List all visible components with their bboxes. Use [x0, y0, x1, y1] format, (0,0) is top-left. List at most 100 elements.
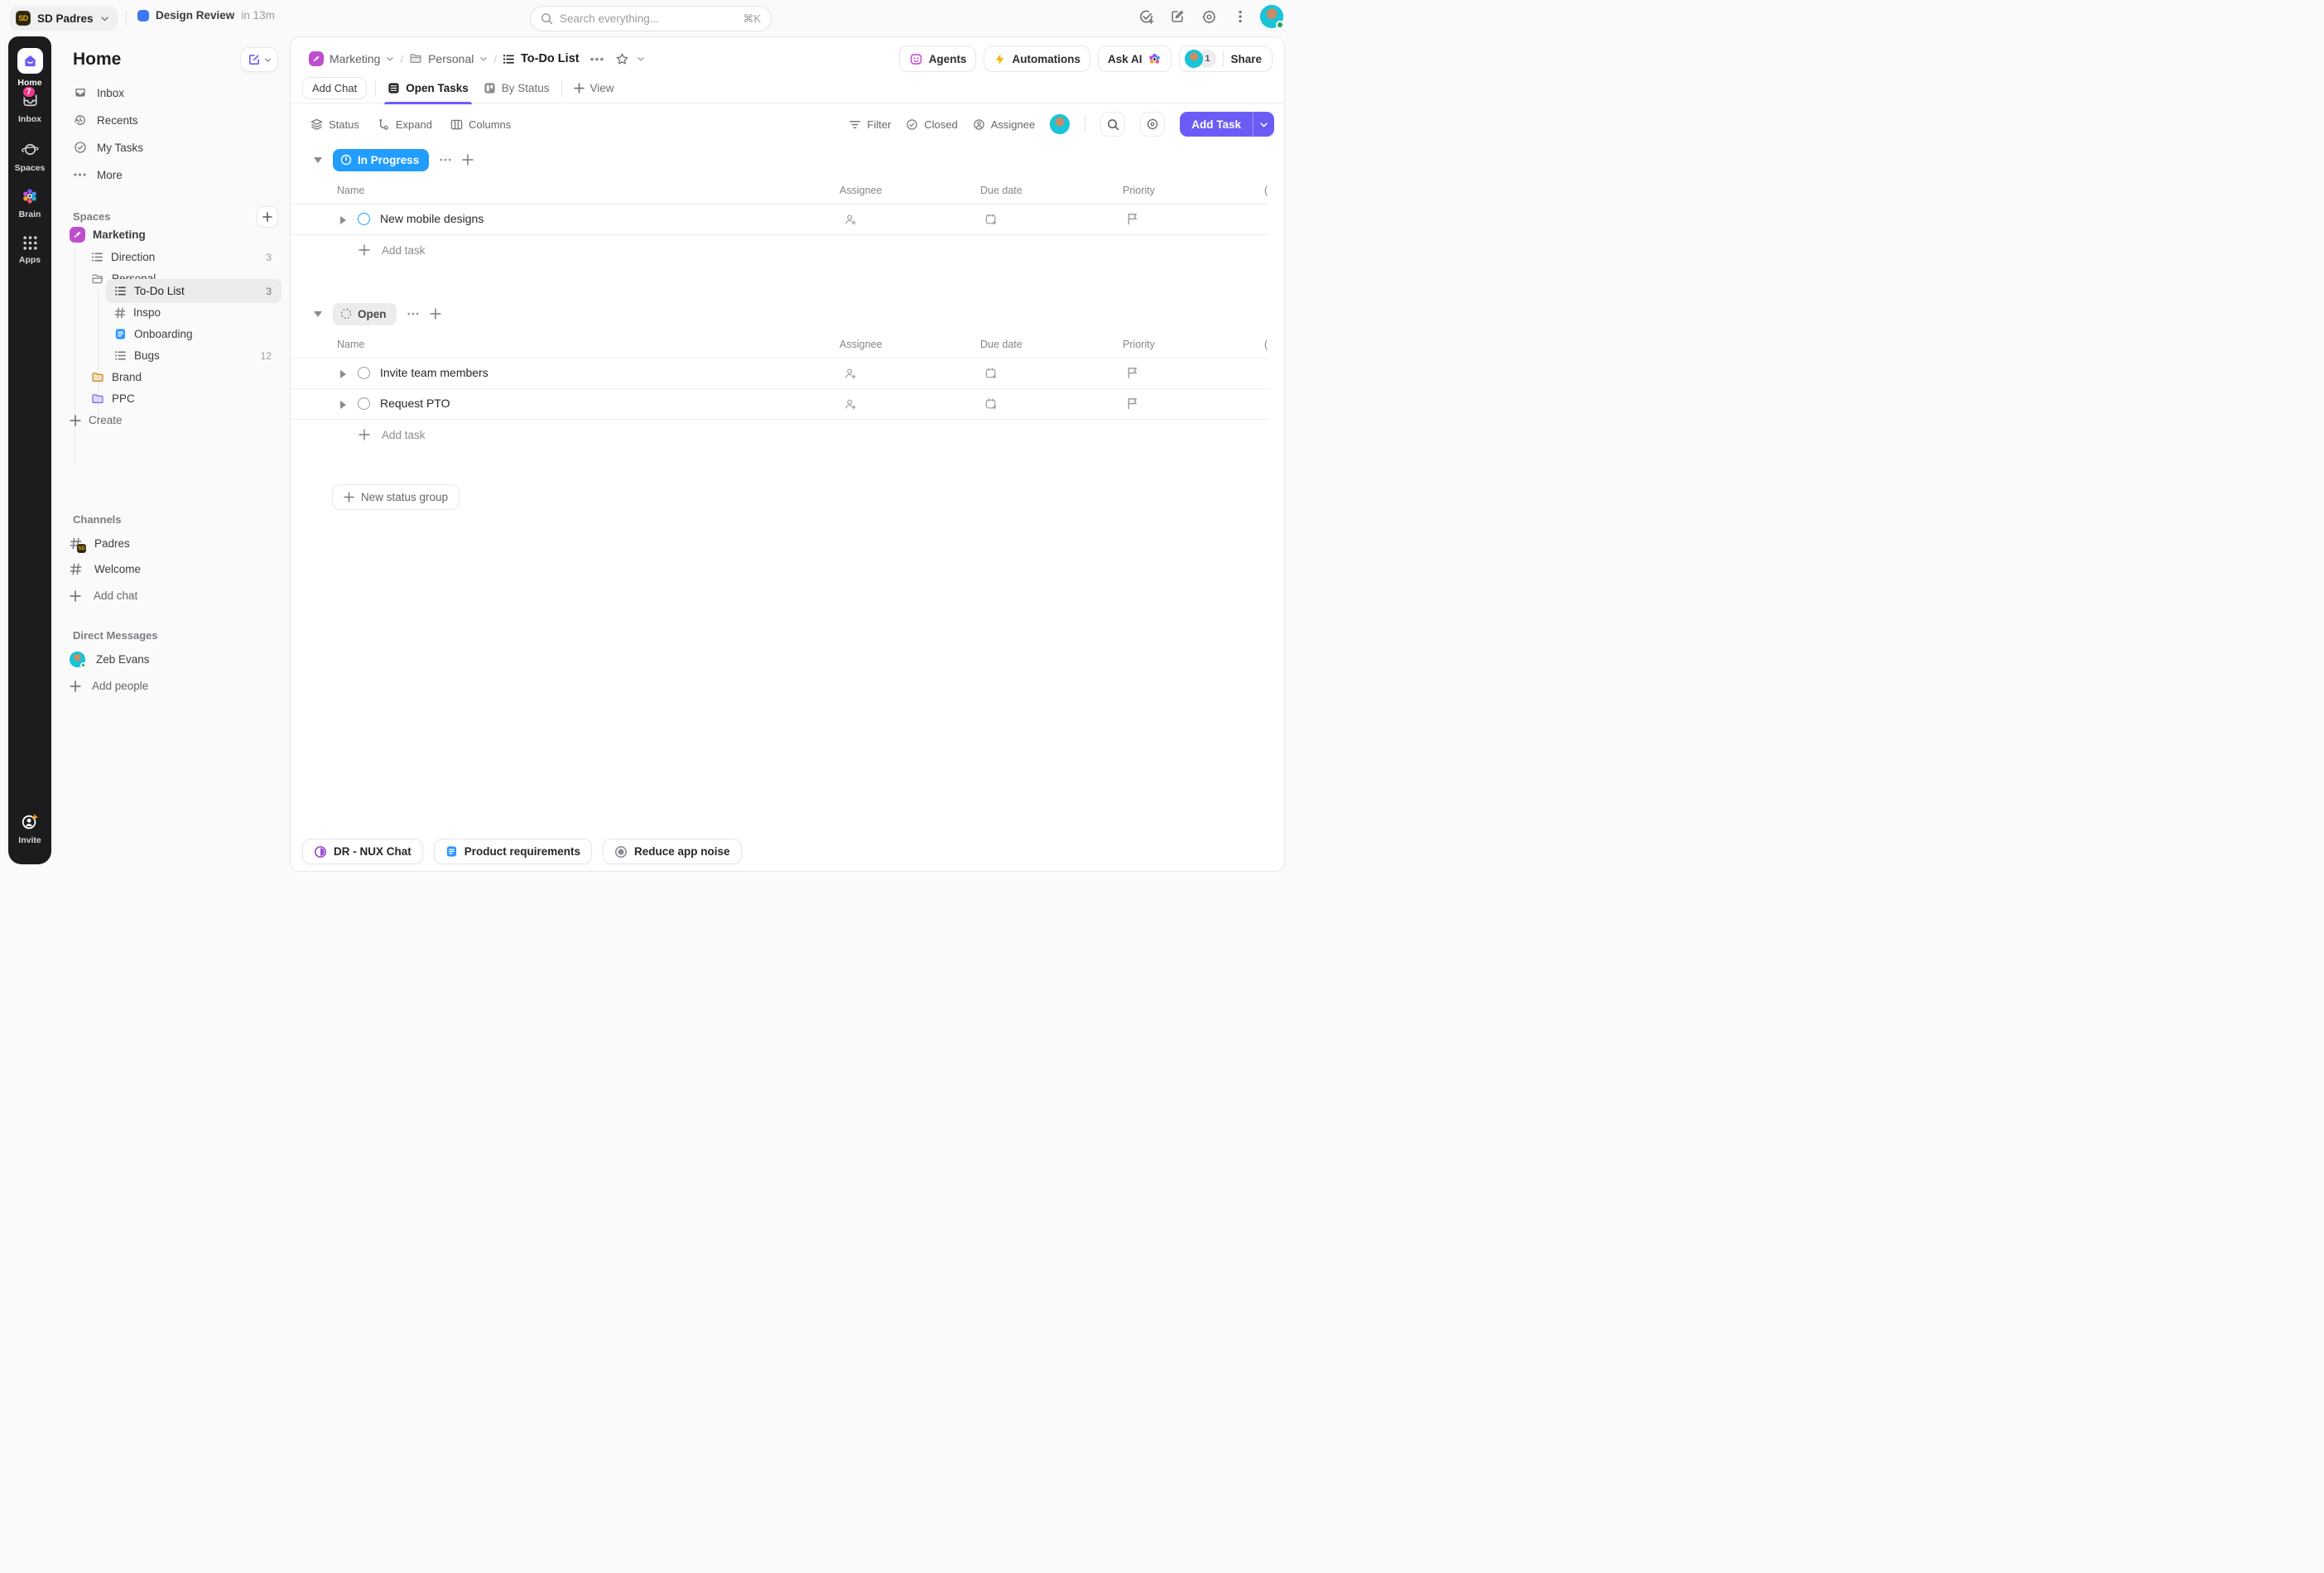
settings-button[interactable]	[1197, 5, 1220, 28]
assignee-add-icon[interactable]	[844, 367, 857, 380]
task-name[interactable]: Request PTO	[380, 397, 450, 410]
breadcrumb-list[interactable]: To-Do List	[503, 52, 580, 65]
expand-task-toggle[interactable]	[340, 216, 346, 224]
collapse-group-toggle[interactable]	[314, 157, 322, 163]
priority-flag-icon[interactable]	[1127, 367, 1138, 379]
sidebar-item-recents[interactable]: Recents	[63, 108, 281, 132]
add-task-inline[interactable]: Add task	[291, 235, 1269, 265]
chevron-down-icon[interactable]	[637, 55, 645, 63]
column-due-date[interactable]: Due date	[980, 185, 1022, 196]
breadcrumb-more-button[interactable]: •••	[590, 52, 605, 65]
tab-open-tasks[interactable]: Open Tasks	[384, 74, 472, 103]
footer-pill-doc[interactable]: Product requirements	[434, 839, 592, 864]
sidebar-compose-button[interactable]	[240, 47, 278, 72]
folder-item-ppc[interactable]: PPC	[91, 388, 135, 409]
task-row[interactable]: Request PTO	[291, 389, 1269, 420]
assignee-add-icon[interactable]	[844, 397, 857, 411]
expand-task-toggle[interactable]	[340, 370, 346, 378]
column-assignee[interactable]: Assignee	[840, 185, 882, 196]
me-filter-avatar[interactable]	[1050, 114, 1070, 134]
doc-item-onboarding[interactable]: Onboarding	[114, 324, 193, 344]
priority-flag-icon[interactable]	[1127, 397, 1138, 410]
rail-item-home[interactable]: Home	[8, 48, 51, 88]
priority-flag-icon[interactable]	[1127, 213, 1138, 225]
compose-button[interactable]	[1166, 5, 1189, 28]
task-status-circle[interactable]	[358, 397, 370, 410]
sidebar-item-my-tasks[interactable]: My Tasks	[63, 136, 281, 159]
task-row[interactable]: New mobile designs	[291, 204, 1269, 235]
space-item-marketing[interactable]: Marketing	[70, 224, 146, 245]
status-pill-in-progress[interactable]: In Progress	[333, 149, 429, 171]
agents-button[interactable]: Agents	[899, 46, 977, 72]
dm-item-zeb-evans[interactable]: Zeb Evans	[70, 649, 150, 670]
user-avatar[interactable]	[1260, 5, 1283, 28]
group-add-task-button[interactable]	[430, 308, 441, 320]
due-date-add-icon[interactable]	[984, 367, 998, 380]
group-add-task-button[interactable]	[462, 154, 474, 166]
task-name[interactable]: Invite team members	[380, 366, 488, 379]
task-name[interactable]: New mobile designs	[380, 212, 484, 225]
task-row[interactable]: Invite team members	[291, 358, 1269, 389]
filter-button[interactable]: Filter	[849, 118, 891, 131]
view-settings-button[interactable]	[1140, 112, 1165, 137]
footer-pill-noise[interactable]: Reduce app noise	[603, 839, 742, 864]
channel-item-welcome[interactable]: Welcome	[70, 559, 141, 580]
ask-ai-button[interactable]: Ask AI	[1098, 46, 1172, 72]
search-input[interactable]: Search everything... ⌘K	[530, 6, 772, 31]
footer-pill-chat[interactable]: DR - NUX Chat	[302, 839, 423, 864]
collapse-group-toggle[interactable]	[314, 311, 322, 317]
assignee-add-icon[interactable]	[844, 213, 857, 226]
task-status-circle[interactable]	[358, 367, 370, 379]
list-item-direction[interactable]: Direction	[91, 247, 155, 267]
group-menu-button[interactable]	[407, 312, 419, 315]
add-task-inline[interactable]: Add task	[291, 420, 1269, 450]
closed-filter-button[interactable]: Closed	[906, 118, 957, 131]
expand-button[interactable]: Expand	[378, 118, 432, 131]
more-menu-button[interactable]	[1229, 5, 1252, 28]
rail-item-apps[interactable]: Apps	[8, 235, 51, 265]
column-priority[interactable]: Priority	[1123, 339, 1155, 350]
add-people-button[interactable]: Add people	[70, 676, 148, 696]
assignee-filter-button[interactable]: Assignee	[973, 118, 1035, 131]
group-by-status-button[interactable]: Status	[310, 118, 359, 131]
list-item-bugs[interactable]: Bugs	[114, 345, 160, 366]
task-status-circle[interactable]	[358, 213, 370, 225]
tab-by-status[interactable]: By Status	[480, 74, 553, 103]
breadcrumb-space[interactable]: Marketing	[309, 51, 394, 66]
share-group[interactable]: 1 Share	[1179, 46, 1273, 72]
columns-button[interactable]: Columns	[450, 118, 511, 131]
due-date-add-icon[interactable]	[984, 397, 998, 411]
add-task-dropdown[interactable]	[1253, 112, 1274, 137]
sidebar-item-more[interactable]: More	[63, 163, 281, 186]
column-assignee[interactable]: Assignee	[840, 339, 882, 350]
channel-item-inspo[interactable]: Inspo	[114, 302, 161, 323]
add-view-button[interactable]: View	[570, 74, 618, 103]
quick-task-button[interactable]	[1134, 5, 1157, 28]
folder-item-brand[interactable]: Brand	[91, 367, 142, 387]
status-pill-open[interactable]: Open	[333, 303, 397, 325]
column-name[interactable]: Name	[337, 185, 364, 196]
rail-item-invite[interactable]: Invite	[8, 813, 51, 845]
workspace-switcher[interactable]: SD SD Padres	[10, 6, 118, 31]
rail-item-brain[interactable]: Brain	[8, 187, 51, 219]
rail-item-inbox[interactable]: 7 Inbox	[8, 91, 51, 124]
rail-item-spaces[interactable]: Spaces	[8, 140, 51, 173]
breadcrumb-folder[interactable]: Personal	[409, 52, 488, 65]
add-task-button[interactable]: Add Task	[1180, 112, 1253, 137]
meeting-indicator[interactable]: Design Review in 13m	[137, 9, 275, 22]
column-due-date[interactable]: Due date	[980, 339, 1022, 350]
expand-task-toggle[interactable]	[340, 401, 346, 409]
column-priority[interactable]: Priority	[1123, 185, 1155, 196]
create-button[interactable]: Create	[70, 410, 123, 431]
list-item-todo-selected[interactable]: To-Do List	[114, 281, 185, 301]
star-icon[interactable]	[615, 52, 629, 66]
channel-item-padres[interactable]: SD Padres	[70, 533, 130, 554]
sidebar-item-inbox[interactable]: Inbox	[63, 81, 281, 104]
add-space-button[interactable]	[257, 206, 278, 228]
column-name[interactable]: Name	[337, 339, 364, 350]
group-menu-button[interactable]	[440, 158, 451, 161]
add-chat-tab-button[interactable]: Add Chat	[302, 77, 367, 99]
due-date-add-icon[interactable]	[984, 213, 998, 226]
search-tasks-button[interactable]	[1100, 112, 1125, 137]
new-status-group-button[interactable]: New status group	[332, 484, 460, 510]
